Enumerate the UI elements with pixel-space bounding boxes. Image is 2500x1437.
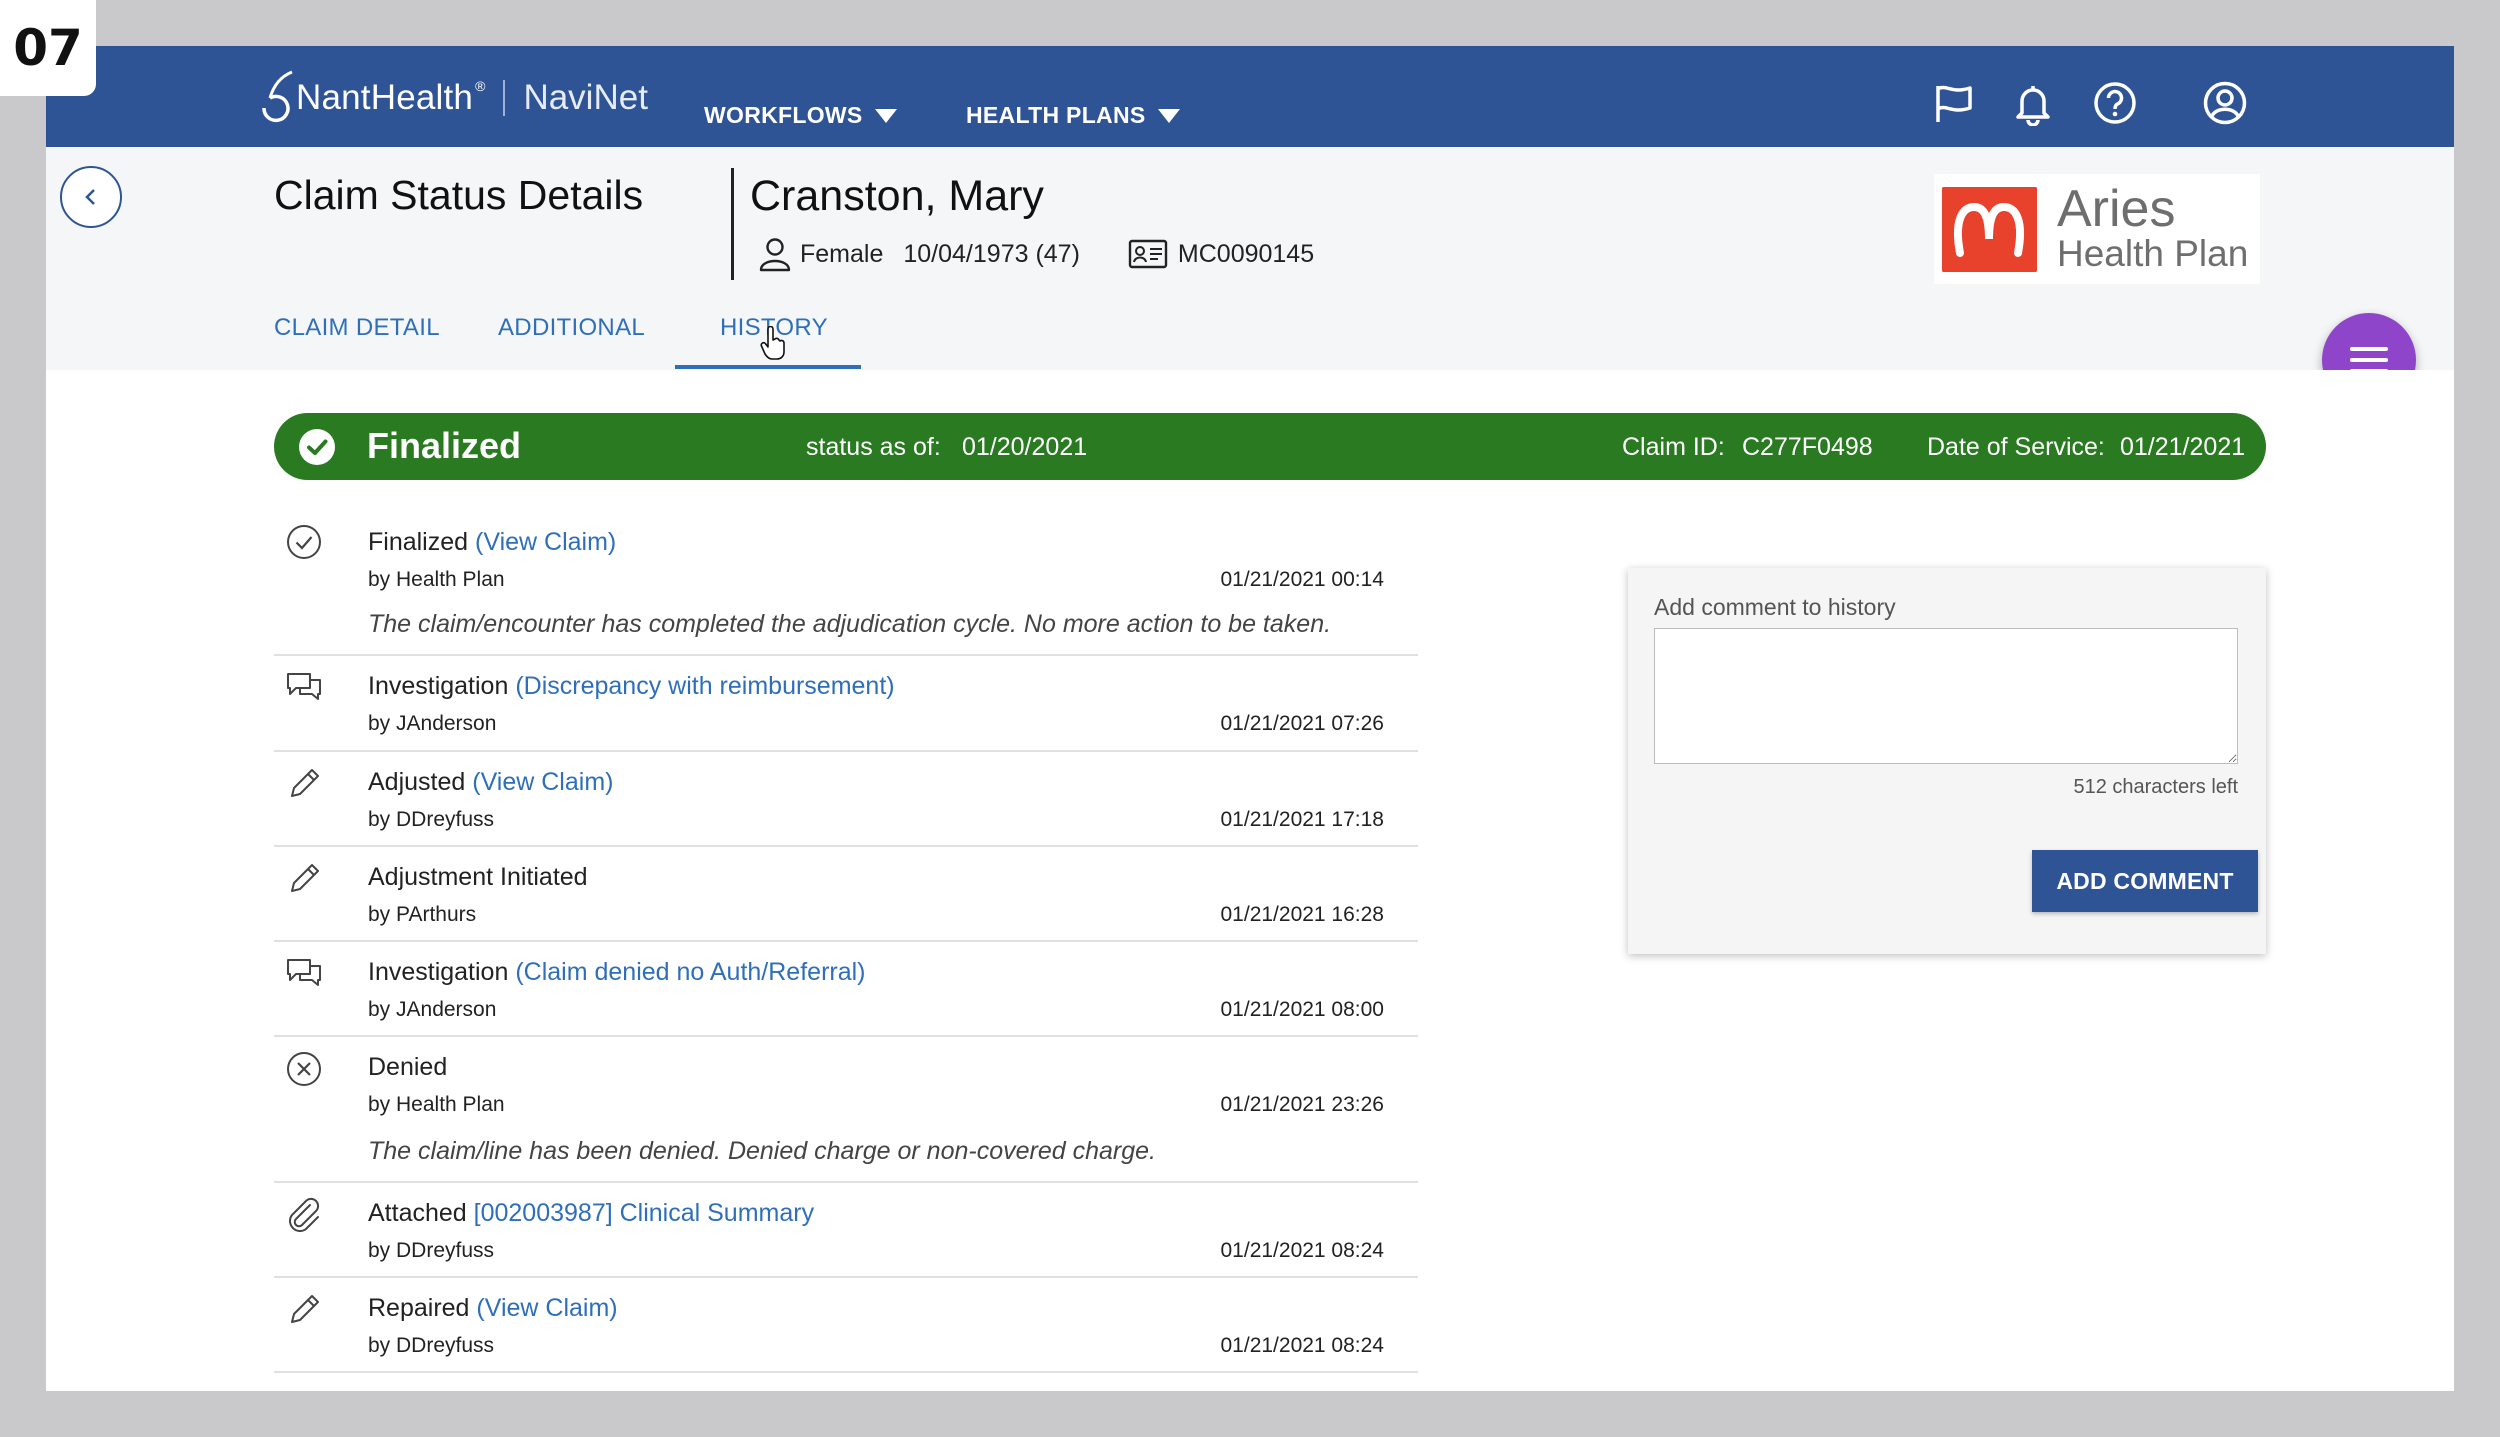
add-comment-panel: Add comment to history 512 characters le…	[1628, 568, 2266, 954]
flag-icon[interactable]	[1930, 80, 1976, 126]
pencil-icon	[291, 769, 319, 797]
brand-logo[interactable]: NantHealth ® NaviNet	[250, 68, 648, 128]
member-id: MC0090145	[1177, 239, 1315, 268]
logo-line1: Aries	[2057, 180, 2176, 238]
chevron-left-icon	[85, 189, 95, 205]
history-item: Adjusted (View Claim) by DDreyfuss 01/21…	[274, 752, 1418, 847]
logo-line2: Health Plan	[2057, 233, 2249, 274]
history-action: Denied	[368, 1053, 448, 1081]
pencil-icon	[291, 864, 319, 892]
claim-id-value: C277F0498	[1742, 433, 1873, 461]
date-of-service-label: Date of Service:	[1927, 433, 2105, 461]
history-timestamp: 01/21/2021 08:24	[1220, 1239, 1385, 1262]
nanthealth-swoosh-icon	[262, 70, 293, 123]
history-action: Investigation	[368, 958, 509, 986]
nav-health-plans-menu[interactable]: HEALTH PLANS	[966, 102, 1180, 129]
hand-cursor-icon	[760, 326, 785, 360]
history-action: Repaired	[368, 1294, 470, 1322]
app-window: NantHealth ® NaviNet WORKFLOWS HEALTH PL…	[46, 46, 2454, 1391]
paperclip-icon	[289, 1197, 320, 1232]
user-account-icon[interactable]	[2202, 80, 2248, 126]
history-item: Repaired (View Claim) by DDreyfuss 01/21…	[274, 1278, 1418, 1373]
history-link-view-claim[interactable]: (View Claim)	[475, 528, 616, 556]
history-author: by DDreyfuss	[368, 1239, 495, 1262]
active-tab-indicator	[675, 365, 861, 369]
history-action: Finalized	[368, 528, 469, 556]
characters-left: 512 characters left	[2073, 776, 2238, 798]
history-item: Denied by Health Plan 01/21/2021 23:26 T…	[274, 1037, 1418, 1183]
check-circle-icon	[299, 429, 335, 465]
x-circle-icon	[287, 1052, 321, 1086]
history-timestamp: 01/21/2021 16:28	[1220, 903, 1385, 926]
id-card-icon	[1128, 239, 1168, 269]
comment-label: Add comment to history	[1654, 594, 1896, 620]
patient-name: Cranston, Mary	[750, 172, 1044, 220]
claim-status-banner: Finalized status as of: 01/20/2021 Claim…	[274, 413, 2266, 480]
top-navigation-bar: NantHealth ® NaviNet WORKFLOWS HEALTH PL…	[46, 46, 2454, 147]
history-item: Finalized (View Claim) by Health Plan 01…	[274, 510, 1418, 656]
history-link-view-claim[interactable]: (View Claim)	[476, 1294, 617, 1322]
history-author: by Health Plan	[368, 1093, 505, 1116]
history-item: Investigation (Claim denied no Auth/Refe…	[274, 942, 1418, 1037]
chat-bubbles-icon	[287, 959, 321, 986]
page-title: Claim Status Details	[274, 172, 644, 218]
history-timestamp: 01/21/2021 23:26	[1220, 1093, 1385, 1116]
patient-dob: 10/04/1973 (47)	[903, 239, 1080, 268]
status-as-of-label: status as of:	[806, 433, 941, 461]
health-plan-logo: Aries Health Plan	[1934, 174, 2260, 284]
caret-down-icon	[874, 108, 897, 123]
patient-gender: Female	[800, 239, 884, 268]
patient-meta: Female 10/04/1973 (47) MC0090145	[758, 236, 1314, 272]
history-link-discrepancy[interactable]: (Discrepancy with reimbursement)	[515, 672, 894, 700]
claim-id-label: Claim ID:	[1622, 433, 1725, 461]
check-circle-icon	[287, 525, 321, 559]
tab-additional[interactable]: ADDITIONAL	[498, 314, 645, 342]
history-note: The claim/line has been denied. Denied c…	[368, 1137, 1156, 1165]
back-button[interactable]	[60, 166, 122, 228]
brand-secondary: NaviNet	[523, 78, 648, 117]
history-action: Attached	[368, 1199, 467, 1227]
history-author: by JAnderson	[368, 712, 497, 735]
history-link-clinical-summary[interactable]: [002003987] Clinical Summary	[474, 1199, 814, 1227]
history-author: by PArthurs	[368, 903, 477, 926]
history-list: Finalized (View Claim) by Health Plan 01…	[274, 510, 1418, 1373]
history-timestamp: 01/21/2021 08:00	[1220, 998, 1385, 1021]
history-author: by Health Plan	[368, 568, 505, 591]
step-number-badge: 07	[0, 0, 96, 96]
history-note: The claim/encounter has completed the ad…	[368, 610, 1332, 638]
claim-status: Finalized	[367, 425, 522, 466]
bell-icon[interactable]	[2010, 80, 2056, 127]
history-timestamp: 01/21/2021 07:26	[1220, 712, 1385, 735]
history-link-claim-denied[interactable]: (Claim denied no Auth/Referral)	[515, 958, 865, 986]
history-action: Adjusted	[368, 768, 466, 796]
history-author: by DDreyfuss	[368, 808, 495, 831]
aries-logo-mark	[1942, 186, 2037, 272]
date-of-service-value: 01/21/2021	[2120, 433, 2246, 461]
history-link-view-claim[interactable]: (View Claim)	[472, 768, 613, 796]
comment-textarea[interactable]	[1654, 628, 2238, 764]
tab-claim-detail[interactable]: CLAIM DETAIL	[274, 314, 440, 342]
chat-bubbles-icon	[287, 673, 321, 700]
history-author: by DDreyfuss	[368, 1334, 495, 1357]
brand-primary: NantHealth	[296, 78, 474, 117]
add-comment-button[interactable]: ADD COMMENT	[2032, 850, 2258, 912]
nav-workflows-menu[interactable]: WORKFLOWS	[704, 102, 897, 129]
history-action: Adjustment Initiated	[368, 863, 588, 891]
person-icon	[759, 238, 791, 272]
history-action: Investigation	[368, 672, 509, 700]
history-timestamp: 01/21/2021 08:24	[1220, 1334, 1385, 1357]
status-as-of-value: 01/20/2021	[962, 433, 1088, 461]
history-item: Adjustment Initiated by PArthurs 01/21/2…	[274, 847, 1418, 942]
header-divider	[731, 168, 734, 280]
pencil-icon	[291, 1295, 319, 1323]
history-timestamp: 01/21/2021 17:18	[1220, 808, 1385, 831]
history-item: Investigation (Discrepancy with reimburs…	[274, 656, 1418, 752]
history-author: by JAnderson	[368, 998, 497, 1021]
caret-down-icon	[1157, 108, 1180, 123]
help-icon[interactable]	[2092, 80, 2138, 126]
history-item: Attached [002003987] Clinical Summary by…	[274, 1183, 1418, 1278]
main-content: Finalized status as of: 01/20/2021 Claim…	[46, 370, 2454, 1391]
history-timestamp: 01/21/2021 00:14	[1220, 568, 1385, 591]
